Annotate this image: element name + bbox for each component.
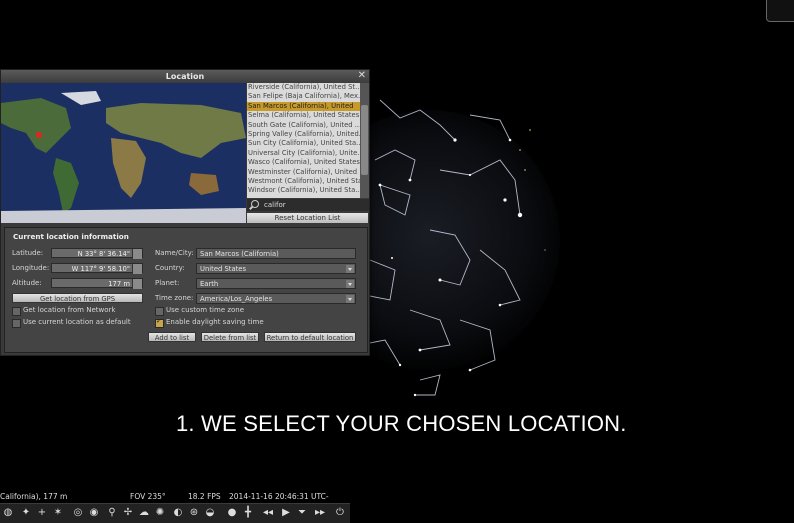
network-label: Get location from Network xyxy=(23,306,116,314)
add-to-list-button[interactable]: Add to list xyxy=(148,332,196,342)
latitude-label: Latitude: xyxy=(12,249,44,257)
city-list-item[interactable]: San Felipe (Baja California), Mex... xyxy=(247,92,360,101)
constellation-lines-icon[interactable]: ✦ xyxy=(20,507,32,519)
ground-icon[interactable]: ⚲ xyxy=(106,507,118,519)
full-screen-icon[interactable]: ● xyxy=(226,507,238,519)
altitude-value: 177 m xyxy=(108,280,130,288)
timezone-label: Time zone: xyxy=(155,294,194,302)
play-icon[interactable]: ▶ xyxy=(280,507,292,519)
status-location: California), 177 m xyxy=(0,492,68,501)
city-list-item[interactable]: Selma (California), United States xyxy=(247,111,360,120)
location-marker-icon xyxy=(35,131,43,139)
chevron-down-icon xyxy=(346,265,354,273)
status-bar: California), 177 m FOV 235° 18.2 FPS 201… xyxy=(0,490,350,515)
corner-button[interactable] xyxy=(766,0,794,22)
city-list-item[interactable]: South Gate (California), United ... xyxy=(247,121,360,130)
world-map[interactable] xyxy=(1,83,246,223)
atmosphere-icon[interactable]: ☁ xyxy=(138,507,150,519)
name-label: Name/City: xyxy=(155,249,194,257)
longitude-value: W 117° 9' 58.10" xyxy=(71,265,130,273)
section-title: Current location information xyxy=(13,232,129,241)
night-mode-icon[interactable]: ◒ xyxy=(204,507,216,519)
mount-mode-icon[interactable]: ⊛ xyxy=(188,507,200,519)
network-checkbox[interactable] xyxy=(12,307,21,316)
get-location-gps-button[interactable]: Get location from GPS xyxy=(12,293,143,303)
bottom-toolbar: ◍ ✦ + ✶ ◎ ◉ ⚲ ✢ ☁ ✺ ◐ ⊛ ◒ ● ╋ ◂◂ ▶ ⏷ ▸▸ … xyxy=(0,503,350,523)
city-list-item[interactable]: Westmont (California), United Sta... xyxy=(247,177,360,186)
daylight-saving-checkbox[interactable] xyxy=(155,317,164,328)
city-list-item[interactable]: Windsor (California), United Sta... xyxy=(247,186,360,195)
delete-from-list-button[interactable]: Delete from list xyxy=(201,332,259,342)
caption-text: 1. WE SELECT YOUR CHOSEN LOCATION. xyxy=(176,411,627,436)
scrollbar-thumb[interactable] xyxy=(361,105,368,175)
close-icon[interactable]: ✕ xyxy=(358,70,366,82)
visible-icon[interactable]: ╋ xyxy=(242,507,254,519)
chevron-down-icon xyxy=(346,280,354,288)
use-default-checkbox[interactable] xyxy=(12,319,21,328)
equatorial-grid-icon[interactable]: ◎ xyxy=(72,507,84,519)
city-list-item[interactable]: Spring Valley (California), United... xyxy=(247,130,360,139)
latitude-field[interactable]: N 33° 8' 36.14" xyxy=(51,248,143,259)
use-default-label: Use current location as default xyxy=(23,318,131,326)
name-value: San Marcos (California) xyxy=(200,250,279,258)
planet-value: Earth xyxy=(200,280,219,288)
planet-labels-icon[interactable]: ◐ xyxy=(172,507,184,519)
now-icon[interactable]: ⏷ xyxy=(296,507,308,519)
reset-location-list-button[interactable]: Reset Location List xyxy=(247,213,368,223)
latitude-spinner[interactable] xyxy=(132,249,142,259)
search-icon xyxy=(251,200,259,208)
fast-forward-icon[interactable]: ▸▸ xyxy=(314,507,326,519)
chevron-down-icon xyxy=(346,295,354,303)
name-city-input[interactable]: San Marcos (California) xyxy=(196,248,356,259)
constellation-labels-icon[interactable]: + xyxy=(36,507,48,519)
quit-icon[interactable]: ⏻ xyxy=(334,507,346,519)
window-title: Location xyxy=(165,72,205,81)
planet-label: Planet: xyxy=(155,279,180,287)
daylight-saving-label: Enable daylight saving time xyxy=(166,318,264,326)
city-list-item[interactable]: Riverside (California), United St... xyxy=(247,83,360,92)
country-label: Country: xyxy=(155,264,185,272)
timezone-select[interactable]: America/Los_Angeles xyxy=(196,293,356,304)
rewind-icon[interactable]: ◂◂ xyxy=(262,507,274,519)
longitude-label: Longitude: xyxy=(12,264,50,272)
nebulas-icon[interactable]: ✺ xyxy=(154,507,166,519)
altitude-label: Altitude: xyxy=(12,279,42,287)
search-value: califor xyxy=(264,201,286,209)
country-value: United States xyxy=(200,265,247,273)
timezone-value: America/Los_Angeles xyxy=(200,295,273,303)
return-to-default-button[interactable]: Return to default location xyxy=(264,332,356,342)
altitude-spinner[interactable] xyxy=(132,279,142,289)
current-location-panel: Current location information Latitude: N… xyxy=(4,227,368,353)
constellation-art-icon[interactable]: ✶ xyxy=(52,507,64,519)
altitude-field[interactable]: 177 m xyxy=(51,278,143,289)
azimuthal-grid-icon[interactable]: ◉ xyxy=(88,507,100,519)
city-list-item-selected[interactable]: San Marcos (California), United xyxy=(247,101,360,112)
longitude-spinner[interactable] xyxy=(132,264,142,274)
location-window: Location ✕ Riverside (California), Unite… xyxy=(0,69,370,356)
city-list[interactable]: Riverside (California), United St... San… xyxy=(247,83,360,198)
custom-timezone-label: Use custom time zone xyxy=(166,306,245,314)
city-list-scrollbar[interactable] xyxy=(360,83,369,198)
latitude-value: N 33° 8' 36.14" xyxy=(77,250,130,258)
cardinal-points-icon[interactable]: ✢ xyxy=(122,507,134,519)
status-fov: FOV 235° xyxy=(130,492,166,501)
status-fps: 18.2 FPS xyxy=(188,492,221,501)
location-window-icon[interactable]: ◍ xyxy=(2,507,14,519)
city-list-item[interactable]: Westminster (California), United ... xyxy=(247,168,360,177)
country-select[interactable]: United States xyxy=(196,263,356,274)
city-list-item[interactable]: Universal City (California), Unite... xyxy=(247,149,360,158)
search-field[interactable]: califor xyxy=(247,199,369,211)
world-map-graphic xyxy=(1,83,246,223)
city-list-item[interactable]: Sun City (California), United Sta... xyxy=(247,139,360,148)
window-titlebar[interactable]: Location ✕ xyxy=(1,70,369,83)
city-list-item[interactable]: Wasco (California), United States xyxy=(247,158,360,167)
planet-select[interactable]: Earth xyxy=(196,278,356,289)
longitude-field[interactable]: W 117° 9' 58.10" xyxy=(51,263,143,274)
custom-timezone-checkbox[interactable] xyxy=(155,307,164,316)
